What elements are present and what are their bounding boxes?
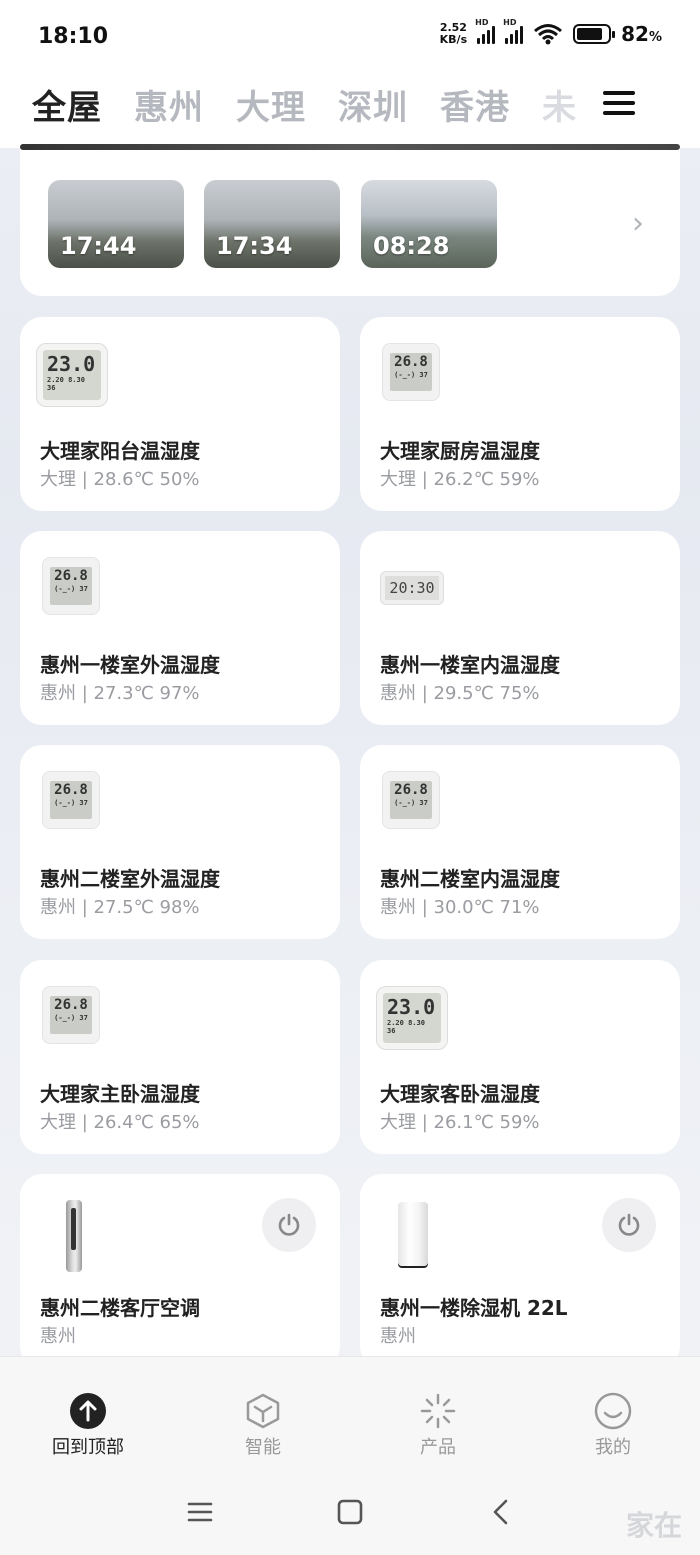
device-card[interactable]: 26.8 (-_-) 37 惠州二楼室外温湿度 惠州 | 27.5℃ 98% [20,745,340,939]
room-tabs: 全屋 惠州 大理 深圳 香港 未 [0,76,700,148]
tab-shenzhen[interactable]: 深圳 [338,80,408,129]
power-button[interactable] [262,1198,316,1252]
tab-dali[interactable]: 大理 [236,80,306,129]
arrow-up-circle-icon [28,1391,148,1431]
power-icon [618,1213,640,1236]
nav-back-to-top[interactable]: 回到顶部 [28,1391,148,1459]
device-status: 惠州 | 27.5℃ 98% [40,897,200,918]
tab-huizhou[interactable]: 惠州 [134,80,204,129]
smile-icon [553,1391,673,1431]
device-status: 大理 | 26.2℃ 59% [380,469,540,490]
header-divider [20,144,680,150]
battery-icon [573,24,616,44]
device-name: 大理家阳台温湿度 [40,439,200,463]
battery-percent: 82% [621,22,662,46]
device-name: 惠州二楼客厅空调 [40,1296,200,1320]
chevron-right-icon[interactable]: › [632,206,644,241]
device-status: 大理 | 28.6℃ 50% [40,469,200,490]
menu-icon[interactable] [603,91,635,115]
system-nav-bar [0,1468,700,1555]
device-name: 惠州二楼室内温湿度 [380,867,560,891]
thermo-hygrometer-square-icon: 26.8 (-_-) 37 [42,986,100,1044]
nav-smart[interactable]: 智能 [203,1391,323,1459]
device-status: 惠州 | 27.3℃ 97% [40,683,200,704]
device-status: 大理 | 26.1℃ 59% [380,1112,540,1133]
thermo-hygrometer-square-icon: 26.8 (-_-) 37 [382,343,440,401]
camera-card[interactable]: 17:44 17:34 08:28 › [20,148,680,296]
dehumidifier-icon [382,1200,428,1266]
power-button[interactable] [602,1198,656,1252]
thermo-clock-wide-icon: 20:30 [380,557,444,605]
home-icon[interactable] [336,1498,364,1530]
device-card[interactable]: 26.8 (-_-) 37 惠州一楼室外温湿度 惠州 | 27.3℃ 97% [20,531,340,725]
device-name: 惠州一楼除湿机 22L [380,1296,568,1320]
power-icon [278,1213,300,1236]
status-time: 18:10 [38,24,109,49]
device-card[interactable]: 23.0 2.20 8.30 36 大理家阳台温湿度 大理 | 28.6℃ 50% [20,317,340,511]
device-name: 惠州二楼室外温湿度 [40,867,220,891]
recent-apps-icon[interactable] [186,1498,214,1530]
tab-all-home[interactable]: 全屋 [32,80,102,129]
status-bar: 18:10 2.52 KB/s HD HD 82% [0,0,700,76]
device-status: 大理 | 26.4℃ 65% [40,1112,200,1133]
device-name: 大理家主卧温湿度 [40,1082,200,1106]
back-icon[interactable] [488,1498,516,1530]
thermo-hygrometer-large-icon: 23.0 2.20 8.30 36 [376,986,448,1050]
wifi-icon [534,24,563,45]
thermo-hygrometer-square-icon: 26.8 (-_-) 37 [42,771,100,829]
signal-1-icon: HD [475,18,496,44]
camera-thumbnail[interactable]: 08:28 [361,180,497,268]
device-card[interactable]: 26.8 (-_-) 37 惠州二楼室内温湿度 惠州 | 30.0℃ 71% [360,745,680,939]
device-status: 惠州 | 29.5℃ 75% [380,683,540,704]
cube-icon [203,1391,323,1431]
thermo-hygrometer-square-icon: 26.8 (-_-) 37 [382,771,440,829]
camera-thumbnail[interactable]: 17:34 [204,180,340,268]
device-card[interactable]: 惠州一楼除湿机 22L 惠州 [360,1174,680,1368]
camera-thumbnail[interactable]: 17:44 [48,180,184,268]
device-card[interactable]: 26.8 (-_-) 37 大理家厨房温湿度 大理 | 26.2℃ 59% [360,317,680,511]
nav-products[interactable]: 产品 [378,1391,498,1459]
device-status: 惠州 [380,1326,416,1347]
signal-2-icon: HD [503,18,524,44]
device-name: 大理家厨房温湿度 [380,439,540,463]
thermo-hygrometer-large-icon: 23.0 2.20 8.30 36 [36,343,108,407]
tab-more[interactable]: 未 [542,80,577,129]
device-name: 惠州一楼室内温湿度 [380,653,560,677]
status-indicators: 2.52 KB/s HD HD 82% [439,18,662,46]
bottom-nav: 回到顶部 智能 产品 我的 [0,1356,700,1468]
device-card[interactable]: 23.0 2.20 8.30 36 大理家客卧温湿度 大理 | 26.1℃ 59% [360,960,680,1154]
watermark: 家在 [625,1509,682,1542]
sparkle-icon [378,1391,498,1431]
device-name: 惠州一楼室外温湿度 [40,653,220,677]
device-card[interactable]: 惠州二楼客厅空调 惠州 [20,1174,340,1368]
nav-profile[interactable]: 我的 [553,1391,673,1459]
device-name: 大理家客卧温湿度 [380,1082,540,1106]
thermo-hygrometer-square-icon: 26.8 (-_-) 37 [42,557,100,615]
device-card[interactable]: 20:30 惠州一楼室内温湿度 惠州 | 29.5℃ 75% [360,531,680,725]
net-speed: 2.52 KB/s [439,21,468,46]
tab-hongkong[interactable]: 香港 [440,80,510,129]
device-status: 惠州 [40,1326,76,1347]
air-conditioner-icon [42,1200,82,1272]
device-card[interactable]: 26.8 (-_-) 37 大理家主卧温湿度 大理 | 26.4℃ 65% [20,960,340,1154]
device-status: 惠州 | 30.0℃ 71% [380,897,540,918]
